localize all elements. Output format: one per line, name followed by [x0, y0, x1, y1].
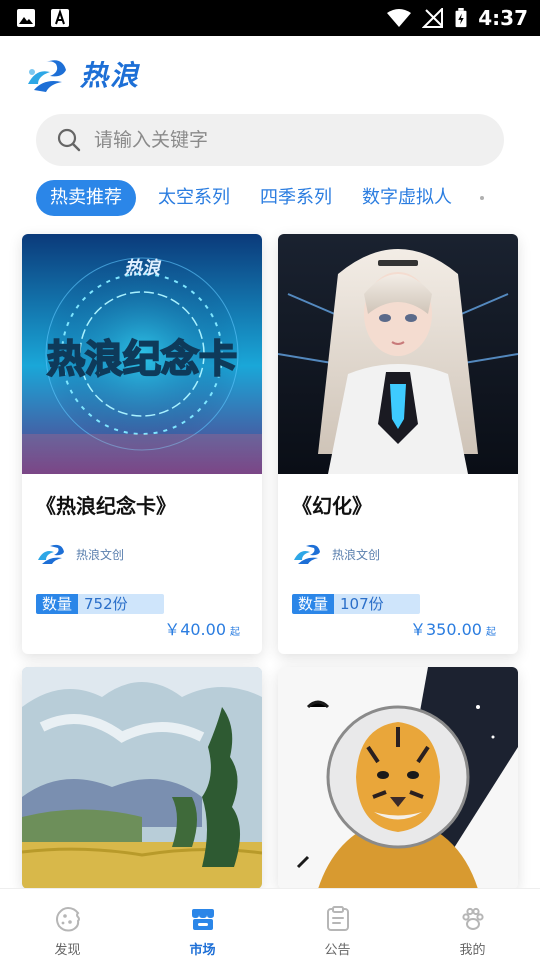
card-title: 《热浪纪念卡》 — [36, 494, 176, 518]
bottom-nav: 发现 市场 公告 我的 — [0, 888, 540, 960]
nav-market[interactable]: 市场 — [135, 889, 270, 960]
creator-name: 热浪文创 — [76, 547, 125, 562]
battery-charging-icon — [455, 8, 467, 28]
tab-space-series[interactable]: 太空系列 — [150, 180, 238, 216]
tab-digital-human[interactable]: 数字虚拟人 — [354, 180, 460, 216]
card-body: 《幻化》 热浪文创 数量 107份 ￥350.00 起 — [278, 474, 518, 654]
card-image-logo: 热浪 — [123, 258, 162, 279]
status-time: 4:37 — [478, 6, 528, 30]
search-input[interactable] — [94, 129, 474, 151]
price: ￥40.00 起 — [164, 616, 240, 640]
status-right: 4:37 — [386, 6, 528, 30]
nav-label: 我的 — [459, 943, 486, 958]
card-image-huanhua — [278, 234, 518, 474]
search-bar[interactable] — [36, 114, 504, 166]
nav-label: 公告 — [324, 943, 351, 958]
creator-avatar-icon — [38, 544, 64, 564]
creator-name: 热浪文创 — [332, 547, 381, 562]
app-header: 热浪 — [0, 36, 540, 112]
nav-label: 发现 — [54, 943, 81, 958]
product-card[interactable] — [278, 667, 518, 889]
price-value: ￥40.00 — [164, 620, 226, 639]
nav-notice[interactable]: 公告 — [270, 889, 405, 960]
price: ￥350.00 起 — [410, 616, 496, 640]
category-tabs: 热卖推荐 太空系列 四季系列 数字虚拟人 — [36, 179, 540, 217]
card-image-landscape-painting — [22, 667, 262, 889]
nav-discover[interactable]: 发现 — [0, 889, 135, 960]
search-icon — [57, 128, 81, 152]
status-left — [16, 8, 70, 28]
product-card[interactable]: 热浪 热浪纪念卡 《热浪纪念卡》 热浪文创 数量 752份 ￥40.00 起 — [22, 234, 262, 654]
quantity-value: 752份 — [78, 594, 164, 614]
product-card[interactable]: 《幻化》 热浪文创 数量 107份 ￥350.00 起 — [278, 234, 518, 654]
nav-mine[interactable]: 我的 — [405, 889, 540, 960]
notice-icon — [326, 906, 349, 931]
product-card[interactable] — [22, 667, 262, 889]
tab-hot-recommend[interactable]: 热卖推荐 — [36, 180, 136, 216]
cookie-icon — [55, 906, 80, 932]
card-body: 《热浪纪念卡》 热浪文创 数量 752份 ￥40.00 起 — [22, 474, 262, 654]
creator-avatar-icon — [294, 544, 320, 564]
wave-logo-icon — [28, 60, 66, 92]
quantity-badge: 数量 107份 — [292, 594, 420, 614]
quantity-label: 数量 — [292, 594, 335, 614]
price-value: ￥350.00 — [410, 620, 482, 639]
status-bar: 4:37 — [0, 0, 540, 36]
nav-label: 市场 — [189, 943, 216, 958]
wifi-icon — [387, 9, 412, 27]
quantity-value: 107份 — [334, 594, 420, 614]
price-suffix: 起 — [486, 627, 496, 638]
signal-off-icon — [422, 8, 444, 28]
font-notification-icon — [51, 8, 69, 27]
card-image-tiger-astronaut — [278, 667, 518, 889]
app-logo[interactable]: 热浪 — [24, 54, 140, 94]
store-icon — [191, 909, 214, 930]
tab-season-series[interactable]: 四季系列 — [252, 180, 340, 216]
quantity-badge: 数量 752份 — [36, 594, 164, 614]
card-title: 《幻化》 — [292, 494, 372, 518]
paw-icon — [461, 907, 484, 930]
price-suffix: 起 — [230, 627, 240, 638]
card-image-title: 热浪纪念卡 — [47, 337, 237, 381]
card-image-commemorative: 热浪 热浪纪念卡 — [22, 234, 262, 474]
creator[interactable]: 热浪文创 — [36, 542, 124, 566]
creator[interactable]: 热浪文创 — [292, 542, 380, 566]
logo-text: 热浪 — [80, 59, 141, 92]
tabs-overflow-dot — [480, 196, 484, 200]
gallery-notification-icon — [17, 9, 35, 27]
quantity-label: 数量 — [36, 594, 79, 614]
